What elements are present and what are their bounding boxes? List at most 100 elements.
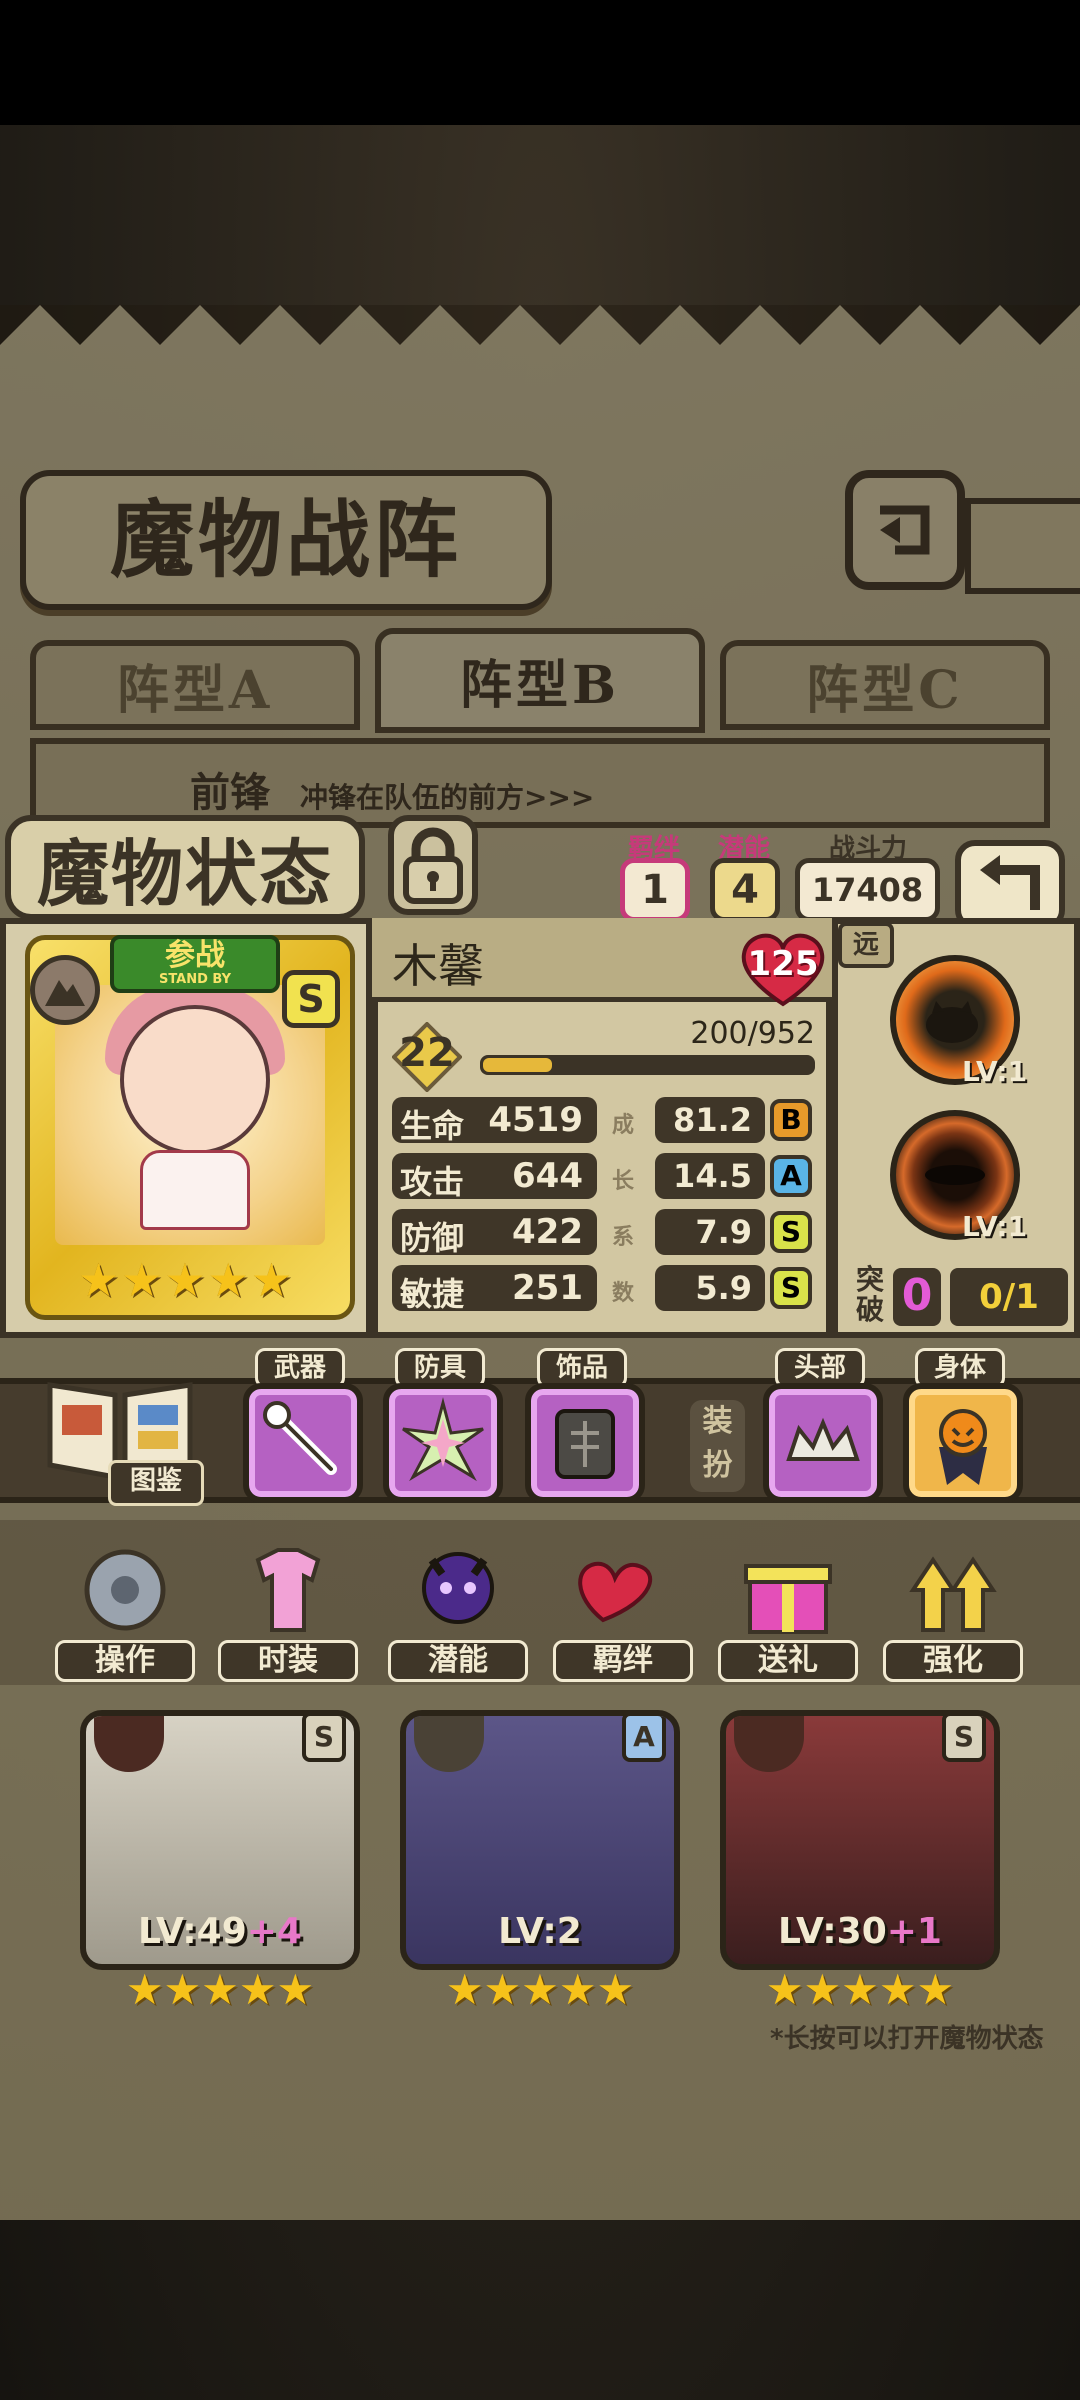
stat-value: 422 <box>512 1212 583 1252</box>
body-tag: 身体 <box>915 1348 1005 1388</box>
fire-element-icon <box>734 1716 804 1772</box>
growth-value: 14.5 <box>673 1157 752 1195</box>
roster-card-3-stars: ★★★★★ <box>765 1965 955 2014</box>
action-button-1[interactable]: 操作 <box>55 1530 195 1682</box>
standby-banner: 参战 STAND BY <box>110 935 280 993</box>
wrench-icon <box>263 1401 337 1475</box>
xp-bar-fill <box>483 1058 552 1072</box>
action-label: 时装 <box>218 1640 358 1682</box>
outfit-icon <box>255 1548 321 1632</box>
roster-card-1[interactable]: S LV:49+4 <box>80 1710 360 1970</box>
star-icon: ★ <box>121 1253 163 1307</box>
skill-1-level: LV:1 <box>962 1055 1028 1088</box>
accessory-tag: 饰品 <box>537 1348 627 1388</box>
element-badge <box>30 955 100 1025</box>
standby-sub-label: STAND BY <box>158 972 232 987</box>
rank-badge: S <box>282 970 340 1028</box>
breakthrough-label: 突破 <box>855 1263 884 1326</box>
action-label: 羁绊 <box>553 1640 693 1682</box>
roster-card-3[interactable]: S LV:30+1 <box>720 1710 1000 1970</box>
range-tag: 远 <box>838 922 894 968</box>
star-icon: ★ <box>164 1253 206 1307</box>
action-button-3[interactable]: 潜能 <box>388 1530 528 1682</box>
roster-card-3-grade: S <box>942 1716 986 1762</box>
action-button-6[interactable]: 强化 <box>883 1530 1023 1682</box>
growth-vertical-char: 成 <box>612 1113 635 1138</box>
status-title: 魔物状态 <box>5 815 365 920</box>
potential-value: 4 <box>710 858 780 922</box>
skill-2-level: LV:1 <box>962 1210 1028 1243</box>
growth-vertical-char: 长 <box>612 1169 635 1194</box>
dress-up-label: 装扮 <box>690 1400 745 1492</box>
head-tag: 头部 <box>775 1348 865 1388</box>
power-value: 17408 <box>795 858 940 922</box>
weapon-slot[interactable] <box>243 1383 363 1503</box>
grade-badge: S <box>770 1211 812 1253</box>
roster-card-2[interactable]: A LV:2 <box>400 1710 680 1970</box>
action-label: 潜能 <box>388 1640 528 1682</box>
roster-card-2-stars: ★★★★★ <box>445 1965 635 2014</box>
long-press-hint: *长按可以打开魔物状态 <box>770 2024 1044 2054</box>
gear-icon <box>84 1549 166 1631</box>
potential-demon-icon <box>422 1552 494 1624</box>
growth-value: 5.9 <box>695 1269 752 1307</box>
stat-label: 敏捷 <box>400 1275 465 1313</box>
growth-value: 7.9 <box>695 1213 752 1251</box>
affection-value: 125 <box>747 944 819 984</box>
xp-text: 200/952 <box>690 1016 815 1051</box>
action-label: 送礼 <box>718 1640 858 1682</box>
lock-button[interactable] <box>388 815 478 915</box>
armor-slot[interactable] <box>383 1383 503 1503</box>
level-value: 22 <box>399 1030 455 1076</box>
stat-value: 251 <box>512 1268 583 1308</box>
roster-card-1-stars: ★★★★★ <box>125 1965 315 2014</box>
bond-value: 1 <box>620 858 690 922</box>
status-bar <box>0 0 1080 125</box>
upgrade-arrows-icon <box>909 1556 997 1632</box>
catalog-label: 图鉴 <box>108 1460 204 1506</box>
return-arrow-icon <box>980 855 1040 910</box>
action-button-2[interactable]: 时装 <box>218 1530 358 1682</box>
gift-icon <box>744 1564 832 1634</box>
grade-badge: A <box>770 1155 812 1197</box>
roster-card-3-level: LV:30+1 <box>778 1911 942 1952</box>
bond-hearts-icon <box>578 1561 653 1623</box>
crystal-star-icon <box>402 1397 484 1482</box>
grade-badge: S <box>770 1267 812 1309</box>
standby-label: 参战 <box>165 938 225 973</box>
mountain-icon <box>45 980 85 1006</box>
character-body <box>140 1150 250 1230</box>
action-label: 强化 <box>883 1640 1023 1682</box>
stat-value: 644 <box>512 1156 583 1196</box>
affection-heart: 125 <box>738 930 828 1010</box>
growth-vertical-char: 数 <box>612 1281 635 1306</box>
breakthrough-progress: 0/1 <box>950 1268 1068 1326</box>
roster-card-1-level: LV:49+4 <box>138 1911 302 1952</box>
roster-card-2-level: LV:2 <box>498 1911 582 1952</box>
lock-icon <box>403 827 463 904</box>
action-label: 操作 <box>55 1640 195 1682</box>
stat-label: 防御 <box>400 1219 465 1257</box>
stat-label: 生命 <box>400 1107 465 1145</box>
character-name: 木馨 <box>392 939 484 993</box>
fire-element-icon <box>94 1716 164 1772</box>
weapon-tag: 武器 <box>255 1348 345 1388</box>
roster-card-2-grade: A <box>622 1716 666 1762</box>
close-status-button[interactable] <box>955 840 1065 930</box>
star-icon: ★ <box>77 1253 120 1307</box>
armor-tag: 防具 <box>395 1348 485 1388</box>
grade-badge: B <box>770 1099 812 1141</box>
action-button-5[interactable]: 送礼 <box>718 1530 858 1682</box>
accessory-slot[interactable] <box>525 1383 645 1503</box>
action-button-4[interactable]: 羁绊 <box>553 1530 693 1682</box>
stat-value: 4519 <box>488 1100 583 1140</box>
stat-label: 攻击 <box>400 1163 465 1201</box>
roster-card-1-grade: S <box>302 1716 346 1762</box>
tiara-icon <box>786 1417 860 1461</box>
head-slot[interactable] <box>763 1383 883 1503</box>
growth-vertical-char: 系 <box>612 1225 635 1250</box>
pumpkin-cape-icon <box>939 1409 987 1485</box>
breakthrough-value: 0 <box>893 1268 941 1326</box>
body-slot[interactable] <box>903 1383 1023 1503</box>
stone-tablet-icon <box>555 1409 615 1479</box>
